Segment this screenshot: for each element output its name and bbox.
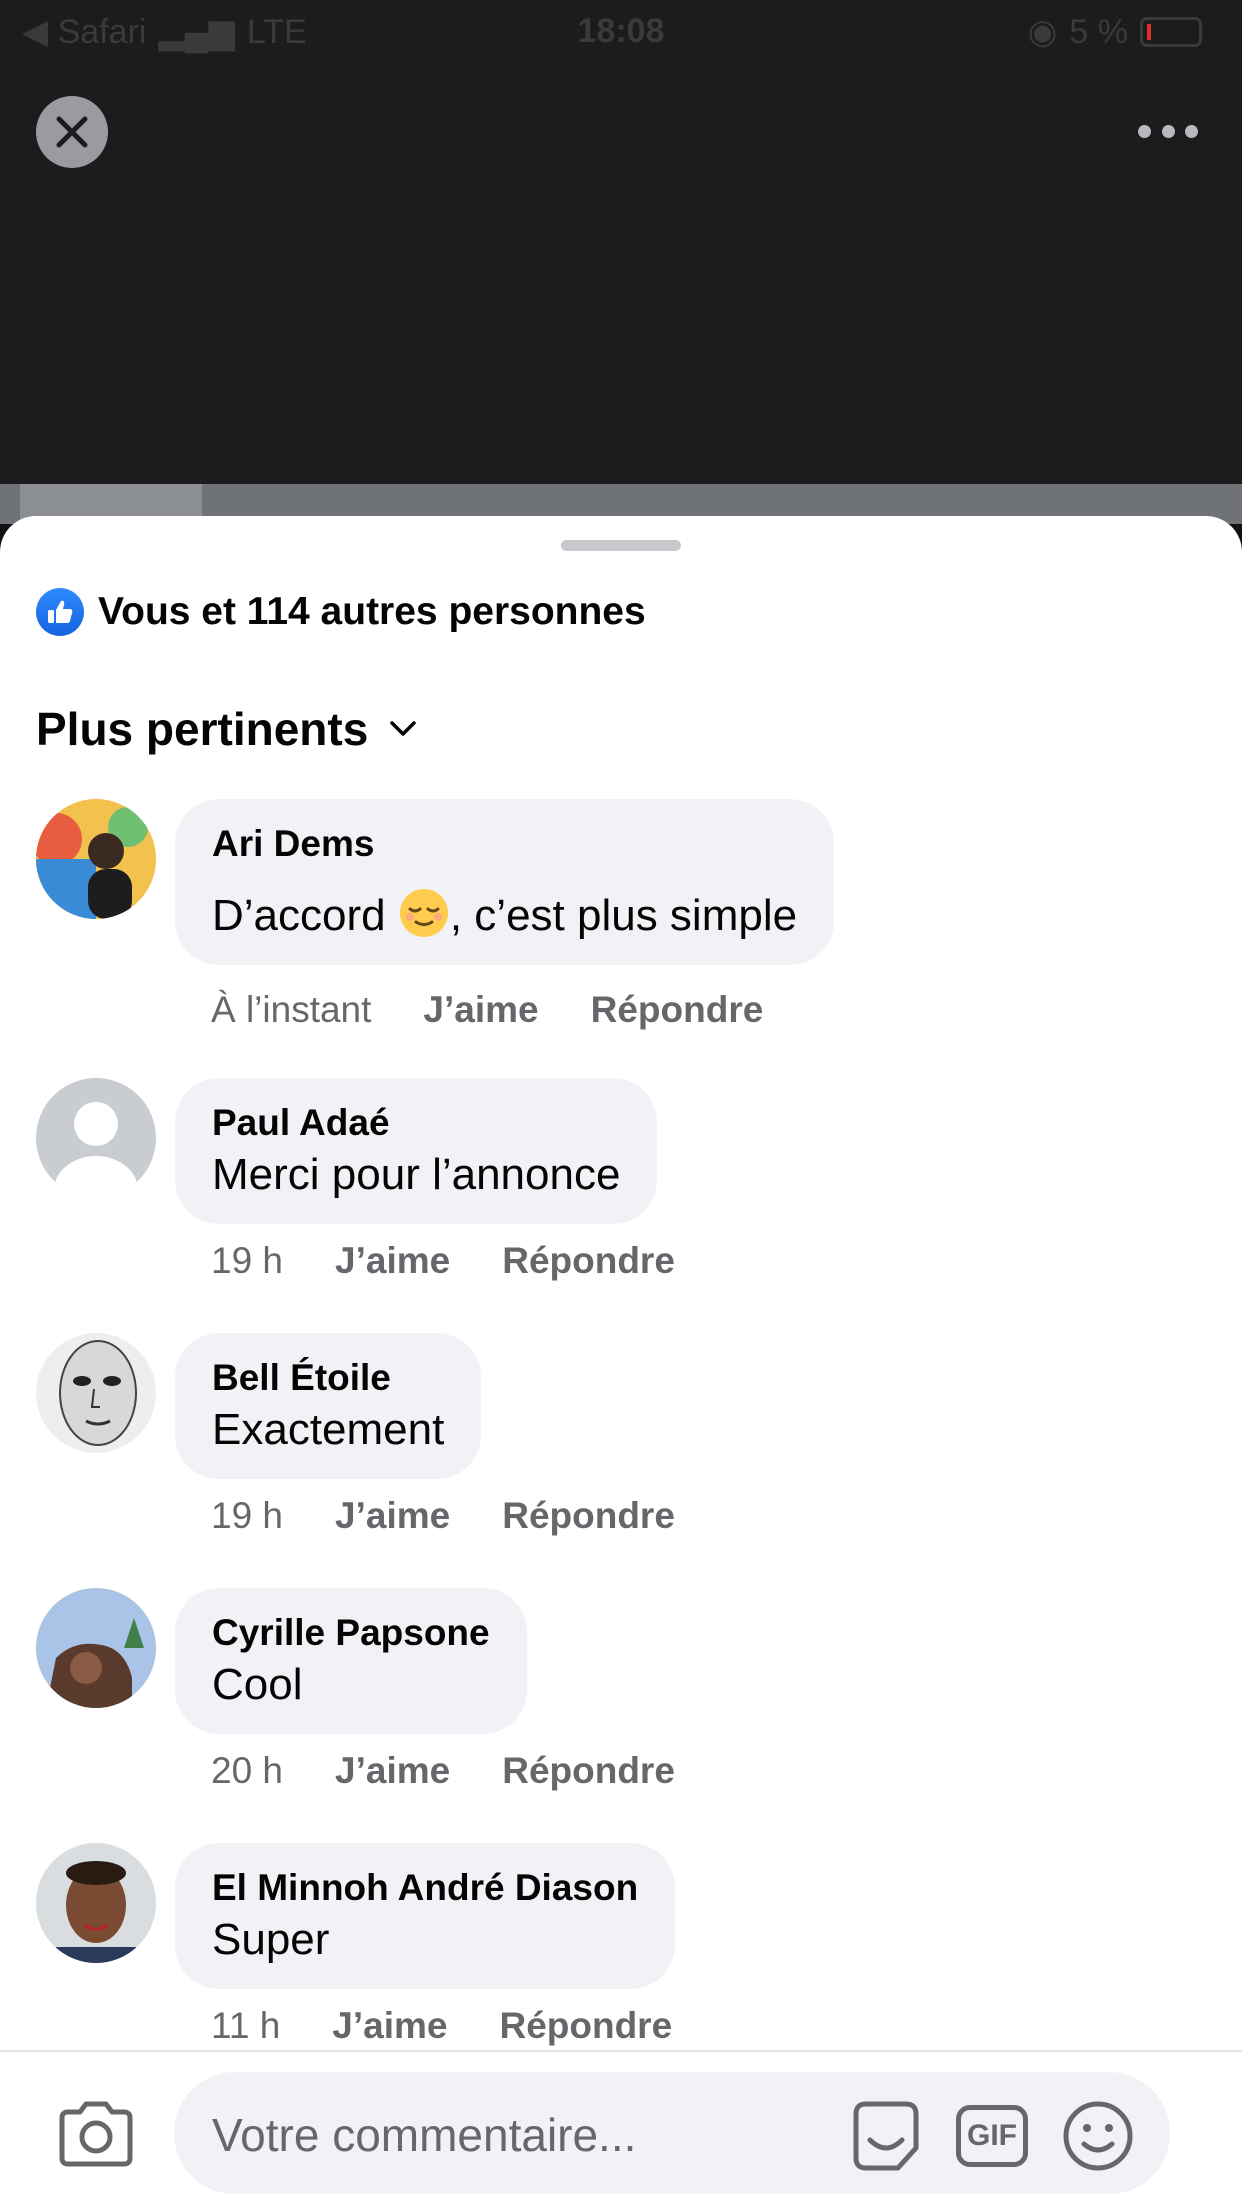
thumbs-up-icon <box>36 588 84 636</box>
comment-text: Exactement <box>212 1405 445 1454</box>
camera-icon <box>59 2101 133 2167</box>
comment-time: 11 h <box>211 2005 281 2046</box>
comment-text: Super <box>212 1915 330 1964</box>
avatar[interactable] <box>36 1588 156 1708</box>
like-comment-button[interactable]: J’aime <box>335 1495 450 1537</box>
close-icon <box>56 116 88 148</box>
avatar[interactable] <box>36 1078 156 1198</box>
likes-text: Vous et 114 autres personnes <box>98 590 646 633</box>
relieved-face-emoji <box>399 889 448 937</box>
status-right: ◉ 5 % <box>1028 12 1202 52</box>
commenter-name[interactable]: Cyrille Papsone <box>212 1612 490 1654</box>
comment-time: 20 h <box>211 1750 284 1791</box>
reply-button[interactable]: Répondre <box>502 1240 675 1282</box>
comment-time: 19 h <box>211 1240 284 1281</box>
comments-sheet: Vous et 114 autres personnes Plus pertin… <box>0 516 1242 2208</box>
comment-composer: Votre commentaire... GIF <box>0 2050 1242 2208</box>
status-bar: ◀ Safari ▂▄▆ LTE 18:08 ◉ 5 % <box>0 0 1242 60</box>
emoji-icon <box>1063 2101 1133 2171</box>
comment-meta: 20 h J’aime Répondre <box>211 1750 675 1792</box>
gif-icon: GIF <box>956 2105 1028 2167</box>
comment-time: 19 h <box>211 1495 284 1536</box>
close-button[interactable] <box>36 96 108 168</box>
gif-button[interactable]: GIF <box>954 2098 1030 2174</box>
camera-button[interactable] <box>56 2100 136 2168</box>
comment-meta: 19 h J’aime Répondre <box>211 1240 675 1282</box>
avatar[interactable] <box>36 1843 156 1963</box>
like-comment-button[interactable]: J’aime <box>335 1750 450 1792</box>
avatar[interactable] <box>36 1333 156 1453</box>
avatar[interactable] <box>36 799 156 919</box>
reply-button[interactable]: Répondre <box>499 2005 672 2047</box>
battery-percent: 5 % <box>1069 12 1128 51</box>
media-viewer-background: ◀ Safari ▂▄▆ LTE 18:08 ◉ 5 % <box>0 0 1242 484</box>
commenter-name[interactable]: Ari Dems <box>212 823 797 865</box>
comment-input[interactable]: Votre commentaire... GIF <box>174 2072 1170 2194</box>
commenter-name[interactable]: Paul Adaé <box>212 1102 620 1144</box>
orientation-lock-icon: ◉ <box>1027 13 1058 51</box>
comment-text: Merci pour l’annonce <box>212 1150 621 1199</box>
sheet-drag-handle[interactable] <box>561 540 681 551</box>
comment-text: Cool <box>212 1660 303 1709</box>
chevron-down-icon <box>390 721 417 736</box>
comment-text: D’accord , c’est plus simple <box>212 887 797 941</box>
comment-meta: 19 h J’aime Répondre <box>211 1495 675 1537</box>
emoji-button[interactable] <box>1060 2098 1136 2174</box>
likes-summary[interactable]: Vous et 114 autres personnes <box>36 588 646 636</box>
like-comment-button[interactable]: J’aime <box>335 1240 450 1282</box>
battery-icon <box>1140 17 1202 47</box>
comment-bubble[interactable]: Cyrille Papsone Cool <box>175 1588 527 1734</box>
composer-icons: GIF <box>848 2098 1136 2174</box>
comment-meta: 11 h J’aime Répondre <box>211 2005 672 2047</box>
gif-label: GIF <box>967 2119 1017 2152</box>
sticker-icon <box>853 2101 919 2171</box>
sort-label: Plus pertinents <box>36 703 369 755</box>
like-comment-button[interactable]: J’aime <box>332 2005 447 2047</box>
sort-selector[interactable]: Plus pertinents <box>36 702 418 756</box>
reply-button[interactable]: Répondre <box>502 1750 675 1792</box>
comment-time: À l’instant <box>211 989 372 1030</box>
more-icon <box>1138 124 1151 138</box>
comment-bubble[interactable]: Bell Étoile Exactement <box>175 1333 482 1479</box>
commenter-name[interactable]: Bell Étoile <box>212 1357 444 1399</box>
reply-button[interactable]: Répondre <box>591 989 764 1031</box>
comment-bubble[interactable]: Paul Adaé Merci pour l’annonce <box>175 1078 658 1224</box>
sticker-button[interactable] <box>848 2098 924 2174</box>
comment-bubble[interactable]: Ari Dems D’accord , c’est plus simple <box>175 799 835 965</box>
reply-button[interactable]: Répondre <box>502 1495 675 1537</box>
like-comment-button[interactable]: J’aime <box>423 989 538 1031</box>
comment-bubble[interactable]: El Minnoh André Diason Super <box>175 1843 676 1989</box>
comment-input-placeholder: Votre commentaire... <box>212 2109 637 2161</box>
more-options-button[interactable] <box>1138 118 1198 144</box>
comment-meta: À l’instant J’aime Répondre <box>211 989 763 1031</box>
commenter-name[interactable]: El Minnoh André Diason <box>212 1867 638 1909</box>
